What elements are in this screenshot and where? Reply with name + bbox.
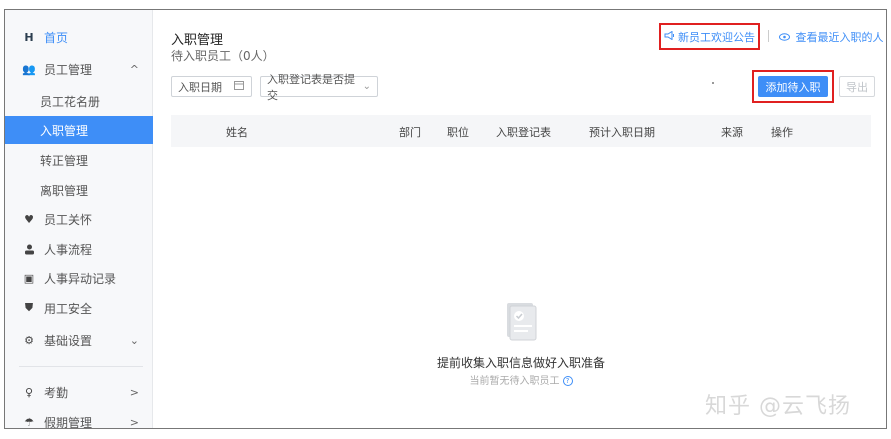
empty-state-text: 当前暂无待入职员工 — [469, 376, 560, 387]
heart-icon: ♥ — [24, 212, 34, 226]
sidebar-item-label: 首页 — [44, 30, 69, 45]
sidebar-item-vacation[interactable]: ☂ 假期管理 > — [5, 408, 153, 429]
recent-label: 查看最近入职的人 — [795, 31, 884, 44]
header-separator — [768, 30, 769, 42]
sidebar-divider — [19, 366, 143, 367]
sidebar-item-settings[interactable]: ⚙ 基础设置 ⌄ — [5, 326, 153, 354]
sidebar-item-roster[interactable]: 员工花名册 — [5, 87, 153, 115]
sidebar-item-label: 考勤 — [44, 385, 69, 400]
sidebar-item-label: 员工管理 — [44, 62, 93, 77]
filter-label: 入职登记表是否提交 — [267, 72, 355, 102]
column-header: 部门 — [399, 126, 421, 139]
column-header: 来源 — [721, 126, 743, 139]
chevron-up-icon: ^ — [129, 62, 139, 76]
shield-icon: ⛊ — [24, 301, 34, 314]
sidebar-item-resignation[interactable]: 离职管理 — [5, 176, 153, 204]
calendar-icon — [234, 80, 244, 93]
eye-icon — [779, 31, 794, 44]
watermark: 知乎 @云飞扬 — [705, 394, 851, 419]
vacation-icon: ☂ — [24, 415, 34, 429]
chevron-down-icon: ⌄ — [129, 333, 139, 347]
sidebar-item-changes[interactable]: ▣ 人事异动记录 — [5, 264, 153, 292]
record-icon: ▣ — [23, 271, 35, 285]
sidebar-item-label: 入职管理 — [40, 123, 89, 138]
onboarding-date-filter[interactable]: 入职日期 — [171, 76, 252, 97]
add-pending-hire-button[interactable]: 添加待入职 — [758, 76, 828, 97]
empty-document-icon — [501, 299, 541, 345]
empty-state-title: 提前收集入职信息做好入职准备 — [436, 356, 605, 370]
sidebar-item-process[interactable]: 人事流程 — [5, 235, 153, 263]
registration-form-filter[interactable]: 入职登记表是否提交 ⌄ — [260, 73, 378, 102]
chevron-right-icon: > — [129, 385, 139, 399]
chevron-down-icon: ⌄ — [362, 81, 371, 92]
table-header: 姓名 部门 职位 入职登记表 预计入职日期 来源 操作 — [171, 115, 871, 147]
app-window: H 首页 👥 员工管理 ^ 员工花名册 入职管理 转正管理 离职管理 ♥ 员工关… — [4, 9, 887, 429]
export-button[interactable]: 导出 — [839, 76, 875, 97]
sidebar-item-label: 用工安全 — [44, 301, 93, 316]
pending-count: 待入职员工（0人） — [171, 49, 275, 63]
export-label: 导出 — [846, 80, 868, 94]
gear-icon: ⚙ — [24, 333, 34, 347]
filter-label: 入职日期 — [178, 80, 222, 94]
column-header: 入职登记表 — [496, 126, 551, 139]
column-header: 职位 — [447, 126, 469, 139]
page-title: 入职管理 — [171, 33, 224, 48]
megaphone-icon — [664, 30, 675, 43]
sidebar-item-label: 员工关怀 — [44, 212, 93, 227]
sidebar-item-attendance[interactable]: ♀ 考勤 > — [5, 378, 153, 406]
chevron-right-icon: > — [129, 415, 139, 429]
sidebar-item-label: 假期管理 — [44, 415, 93, 429]
sidebar-item-employee-mgmt[interactable]: 👥 员工管理 ^ — [5, 55, 153, 83]
column-header: 操作 — [771, 126, 793, 139]
sidebar-item-label: 离职管理 — [40, 183, 89, 198]
column-header: 预计入职日期 — [589, 126, 655, 139]
people-icon: 👥 — [22, 62, 36, 76]
sidebar-item-onboarding[interactable]: 入职管理 — [5, 116, 153, 144]
empty-state-subtitle: 当前暂无待入职员工? — [154, 372, 886, 387]
sidebar-item-label: 员工花名册 — [40, 94, 101, 109]
home-icon: H — [24, 30, 34, 44]
sidebar-item-home[interactable]: H 首页 — [5, 23, 153, 51]
sidebar-item-probation[interactable]: 转正管理 — [5, 146, 153, 174]
sidebar-item-label: 人事异动记录 — [44, 271, 117, 286]
main-content: 入职管理 待入职员工（0人） 新员工欢迎公告 查看最近入职的人 入职日期 入职登… — [154, 10, 886, 428]
recent-hires-link[interactable]: 查看最近入职的人 — [779, 29, 884, 45]
sidebar-item-label: 转正管理 — [40, 153, 89, 168]
announce-label: 新员工欢迎公告 — [678, 30, 755, 44]
person-icon — [23, 243, 35, 255]
sidebar-item-label: 基础设置 — [44, 333, 93, 348]
attendance-icon: ♀ — [24, 385, 34, 399]
sidebar-item-safety[interactable]: ⛊ 用工安全 — [5, 294, 153, 322]
decorative-dot — [712, 82, 714, 84]
sidebar-item-care[interactable]: ♥ 员工关怀 — [5, 205, 153, 233]
help-icon[interactable]: ? — [562, 376, 573, 386]
sidebar-item-label: 人事流程 — [44, 242, 93, 257]
welcome-announcement-link[interactable]: 新员工欢迎公告 — [659, 23, 760, 50]
column-header: 姓名 — [226, 126, 248, 139]
sidebar: H 首页 👥 员工管理 ^ 员工花名册 入职管理 转正管理 离职管理 ♥ 员工关… — [5, 10, 153, 428]
